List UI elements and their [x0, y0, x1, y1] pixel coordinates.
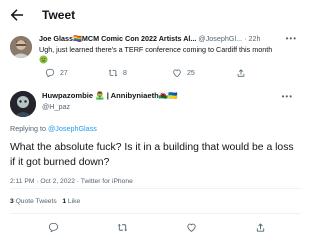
share-button[interactable]: [236, 68, 251, 78]
likes-link[interactable]: 1 Like: [62, 198, 80, 205]
parent-tweet-text: Ugh, just learned there's a TERF confere…: [39, 45, 273, 54]
more-options-icon[interactable]: •••: [286, 34, 297, 43]
heart-icon: [173, 69, 181, 77]
replying-to-label: Replying to: [10, 124, 46, 133]
avatar-image: [10, 91, 36, 117]
main-handle[interactable]: @H_paz: [42, 102, 70, 111]
main-tweet-actions: [10, 222, 301, 236]
tweet-stats: 3 Quote Tweets 1 Like: [10, 198, 80, 205]
retweet-icon: [108, 69, 118, 77]
replying-to-mention[interactable]: @JosephGlass: [48, 124, 97, 133]
quote-count: 3: [10, 198, 14, 205]
parent-display-name[interactable]: Joe Glass🏳️‍🌈MCM Comic Con 2022 Artists …: [39, 34, 196, 43]
like-button[interactable]: 25: [172, 68, 195, 78]
parent-timestamp[interactable]: 22h: [248, 34, 260, 43]
quote-label: Quote Tweets: [15, 198, 57, 205]
tweet-meta[interactable]: 2:11 PM · Oct 2, 2022 · Twitter for iPho…: [10, 178, 133, 185]
avatar[interactable]: [10, 91, 36, 117]
separator-dot: ·: [244, 34, 247, 43]
divider: [10, 213, 301, 214]
back-arrow-icon[interactable]: [8, 6, 26, 24]
retweet-count: 8: [123, 69, 127, 77]
like-label: Like: [67, 198, 81, 205]
avatar-image: [10, 36, 32, 58]
heart-icon[interactable]: [186, 222, 197, 233]
avatar[interactable]: [10, 36, 32, 58]
quote-tweets-link[interactable]: 3 Quote Tweets: [10, 198, 57, 205]
retweet-icon[interactable]: [117, 222, 128, 233]
parent-tweet-actions: 27 8 25: [39, 68, 289, 80]
reply-icon[interactable]: [48, 222, 59, 233]
main-tweet-text: What the absolute fuck? Is it in a build…: [10, 142, 294, 168]
retweet-button[interactable]: 8: [108, 68, 127, 78]
share-icon: [237, 69, 245, 77]
like-total: 1: [62, 198, 67, 205]
share-icon[interactable]: [255, 222, 266, 233]
reply-icon: [45, 68, 55, 78]
reply-count: 27: [60, 69, 68, 77]
replying-to: Replying to @JosephGlass: [10, 124, 97, 133]
more-options-icon[interactable]: •••: [282, 92, 293, 101]
divider: [10, 188, 301, 189]
page-title: Tweet: [42, 8, 76, 22]
top-bar: Tweet: [0, 0, 301, 30]
like-count: 25: [187, 69, 195, 77]
parent-handle[interactable]: @JosephGl...: [198, 34, 242, 43]
reply-button[interactable]: 27: [45, 68, 68, 78]
main-display-name[interactable]: Huwpazombie 🧟‍♂️ | Annibyniaeth🏴󠁧󠁢󠁷󠁬󠁳󠁿🇺🇦: [42, 91, 178, 100]
nauseated-face-emoji-icon: [39, 55, 48, 64]
